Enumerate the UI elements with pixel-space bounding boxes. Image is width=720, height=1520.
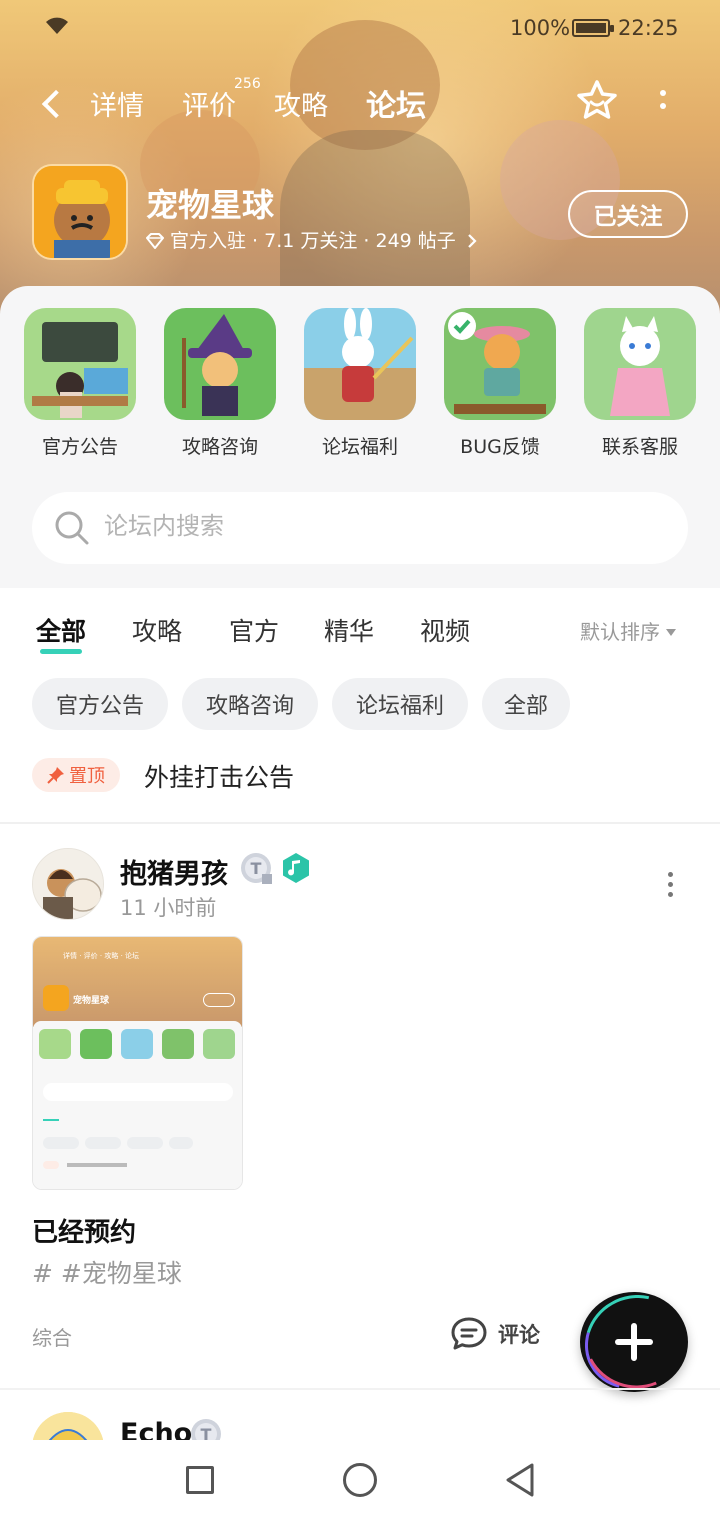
back-triangle-icon[interactable] — [504, 1462, 536, 1498]
post-author[interactable]: 抱猪男孩 — [120, 852, 228, 891]
game-hero-banner: 100% 22:25 详情 评价 256 攻略 论坛 宠物星球 官方入驻 · 7… — [0, 0, 720, 320]
rabbit-icon — [304, 308, 416, 420]
top-navigation: 详情 评价 256 攻略 论坛 — [0, 76, 720, 136]
chip-all[interactable]: 全部 — [482, 678, 570, 730]
music-badge-icon — [280, 852, 312, 884]
level-badge-icon: T — [240, 852, 274, 886]
white-cat-service-icon — [584, 308, 696, 420]
chip-guide[interactable]: 攻略咨询 — [182, 678, 318, 730]
tab-forum-label: 论坛 — [366, 89, 426, 124]
sort-dropdown[interactable]: 默认排序 — [580, 616, 676, 645]
svg-text:T: T — [251, 859, 262, 878]
shortcut-label: 攻略咨询 — [181, 436, 258, 458]
announcement-board-icon — [24, 308, 136, 420]
chevron-right-icon — [462, 230, 478, 252]
plus-icon — [615, 1323, 653, 1361]
post-title[interactable]: 已经预约 — [32, 1212, 136, 1249]
shortcut-guide[interactable]: 攻略咨询 — [164, 308, 276, 459]
shortcut-label: 官方公告 — [41, 436, 118, 458]
tab-detail[interactable]: 详情 — [90, 84, 144, 123]
follow-button[interactable]: 已关注 — [568, 190, 688, 238]
comment-button[interactable]: 评论 — [450, 1314, 540, 1354]
post-more-icon[interactable] — [662, 872, 678, 902]
avatar[interactable] — [32, 848, 104, 920]
post-category: 综合 — [32, 1326, 72, 1350]
pinned-post[interactable]: 置顶 外挂打击公告 — [32, 756, 712, 796]
post-timestamp: 11 小时前 — [120, 896, 217, 920]
shortcut-customer-service[interactable]: 联系客服 — [584, 308, 696, 459]
game-meta-text: 官方入驻 · 7.1 万关注 · 249 帖子 — [170, 230, 456, 252]
review-count-badge: 256 — [234, 76, 261, 92]
pinned-badge: 置顶 — [32, 758, 120, 792]
pinned-title: 外挂打击公告 — [144, 763, 295, 792]
game-meta-link[interactable]: 官方入驻 · 7.1 万关注 · 249 帖子 — [146, 226, 478, 253]
wifi-icon — [44, 16, 70, 41]
create-post-button[interactable] — [580, 1292, 688, 1392]
recent-apps-icon[interactable] — [186, 1466, 214, 1494]
pinned-badge-label: 置顶 — [69, 766, 105, 787]
shortcut-label: BUG反馈 — [460, 436, 540, 458]
witch-cat-icon — [164, 308, 276, 420]
forum-panel: 官方公告 攻略咨询 论坛福利 BUG反馈 联系客服 论坛内搜索 — [0, 286, 720, 588]
diamond-icon — [146, 232, 164, 249]
tab-review[interactable]: 评价 — [182, 84, 236, 123]
search-icon — [54, 510, 90, 546]
caret-down-icon — [666, 629, 676, 636]
more-options-icon[interactable] — [655, 86, 671, 122]
chip-benefits[interactable]: 论坛福利 — [332, 678, 468, 730]
filter-tab-guide[interactable]: 攻略 — [132, 612, 182, 648]
active-filter-indicator — [40, 649, 83, 654]
shortcut-announcement[interactable]: 官方公告 — [24, 308, 136, 459]
pin-icon — [47, 767, 64, 784]
game-title: 宠物星球 — [146, 186, 275, 224]
shortcut-label: 论坛福利 — [321, 436, 398, 458]
clock: 22:25 — [618, 16, 679, 40]
comment-icon — [451, 1317, 487, 1350]
post-filter-tabs: 全部 攻略 官方 精华 视频 默认排序 — [0, 608, 720, 658]
chip-announcement[interactable]: 官方公告 — [32, 678, 168, 730]
star-icon[interactable] — [574, 78, 620, 124]
divider — [0, 1388, 720, 1390]
filter-tab-official[interactable]: 官方 — [229, 612, 279, 648]
shortcut-benefits[interactable]: 论坛福利 — [304, 308, 416, 459]
tab-forum[interactable]: 论坛 — [366, 81, 426, 125]
cat-feedback-icon — [444, 308, 556, 420]
status-bar: 100% 22:25 — [0, 14, 720, 42]
search-input[interactable] — [104, 512, 664, 540]
shortcut-label: 联系客服 — [601, 436, 678, 458]
battery-icon — [572, 19, 614, 37]
back-arrow-icon[interactable] — [36, 82, 66, 122]
post-topic-tag[interactable]: # #宠物星球 — [32, 1254, 182, 1290]
filter-tab-featured[interactable]: 精华 — [324, 612, 374, 648]
divider — [0, 822, 720, 824]
filter-tab-all[interactable]: 全部 — [36, 612, 87, 654]
sort-label: 默认排序 — [580, 620, 660, 644]
shortcut-bug-feedback[interactable]: BUG反馈 — [444, 308, 556, 459]
home-icon[interactable] — [343, 1463, 377, 1497]
comment-label: 评论 — [498, 1323, 540, 1347]
battery-percent: 100% — [510, 16, 571, 40]
filter-tab-video[interactable]: 视频 — [420, 612, 470, 648]
post-screenshot-image[interactable]: 详情 · 评价 · 攻略 · 论坛 宠物星球 — [32, 936, 243, 1190]
forum-search-box[interactable] — [32, 492, 688, 564]
system-navigation-bar — [0, 1440, 720, 1520]
filter-tab-label: 全部 — [36, 617, 87, 646]
tab-guide[interactable]: 攻略 — [274, 84, 328, 123]
game-icon — [32, 164, 128, 260]
